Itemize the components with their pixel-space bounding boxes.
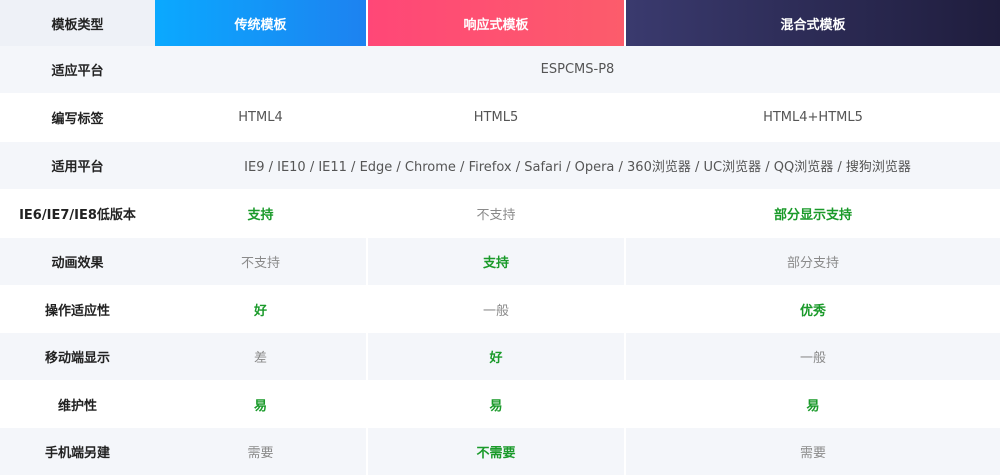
row-value-responsive: 支持: [368, 238, 624, 285]
row-label: 动画效果: [0, 238, 155, 285]
header-hybrid: 混合式模板: [626, 0, 1000, 46]
template-comparison-table: 模板类型 传统模板 响应式模板 混合式模板 适应平台 ESPCMS-P8 编写标…: [0, 0, 1000, 475]
row-value-responsive: 好: [368, 333, 624, 380]
column-separator: [366, 428, 368, 475]
table-row: 维护性 易 易 易: [0, 380, 1000, 428]
row-value-responsive: HTML5: [368, 93, 624, 142]
row-value-responsive: 易: [368, 380, 624, 428]
row-value-traditional: HTML4: [155, 93, 366, 142]
row-value-responsive: 不支持: [368, 189, 624, 238]
row-value-responsive: 一般: [368, 285, 624, 333]
header-responsive: 响应式模板: [368, 0, 624, 46]
table-row: 适应平台 ESPCMS-P8: [0, 46, 1000, 93]
header-label: 模板类型: [0, 0, 155, 46]
header-row: 模板类型 传统模板 响应式模板 混合式模板: [0, 0, 1000, 46]
table-row: 编写标签 HTML4 HTML5 HTML4+HTML5: [0, 93, 1000, 142]
row-value-traditional: 差: [155, 333, 366, 380]
row-value-hybrid: 优秀: [626, 285, 1000, 333]
row-label: 适应平台: [0, 46, 155, 93]
row-value-responsive: 不需要: [368, 428, 624, 475]
row-label: 移动端显示: [0, 333, 155, 380]
row-label: 操作适应性: [0, 285, 155, 333]
row-label: 适用平台: [0, 142, 155, 189]
row-label: 维护性: [0, 380, 155, 428]
row-value-traditional: 好: [155, 285, 366, 333]
row-value-span: IE9 / IE10 / IE11 / Edge / Chrome / Fire…: [155, 142, 1000, 189]
row-label: 手机端另建: [0, 428, 155, 475]
row-value-traditional: 不支持: [155, 238, 366, 285]
table-row: 动画效果 不支持 支持 部分支持: [0, 238, 1000, 285]
table-row: 适用平台 IE9 / IE10 / IE11 / Edge / Chrome /…: [0, 142, 1000, 189]
row-value-hybrid: 一般: [626, 333, 1000, 380]
column-separator: [624, 333, 626, 380]
row-value-traditional: 需要: [155, 428, 366, 475]
column-separator: [624, 238, 626, 285]
header-traditional: 传统模板: [155, 0, 366, 46]
table-row: 手机端另建 需要 不需要 需要: [0, 428, 1000, 475]
row-value-hybrid: HTML4+HTML5: [626, 93, 1000, 142]
table-row: 操作适应性 好 一般 优秀: [0, 285, 1000, 333]
row-value-traditional: 易: [155, 380, 366, 428]
table-row: 移动端显示 差 好 一般: [0, 333, 1000, 380]
row-value-traditional: 支持: [155, 189, 366, 238]
row-value-hybrid: 部分显示支持: [626, 189, 1000, 238]
row-label: 编写标签: [0, 93, 155, 142]
column-separator: [624, 428, 626, 475]
row-value-span: ESPCMS-P8: [155, 46, 1000, 93]
column-separator: [366, 333, 368, 380]
column-separator: [366, 238, 368, 285]
row-label: IE6/IE7/IE8低版本: [0, 189, 155, 238]
table-row: IE6/IE7/IE8低版本 支持 不支持 部分显示支持: [0, 189, 1000, 238]
row-value-hybrid: 需要: [626, 428, 1000, 475]
row-value-hybrid: 易: [626, 380, 1000, 428]
row-value-hybrid: 部分支持: [626, 238, 1000, 285]
